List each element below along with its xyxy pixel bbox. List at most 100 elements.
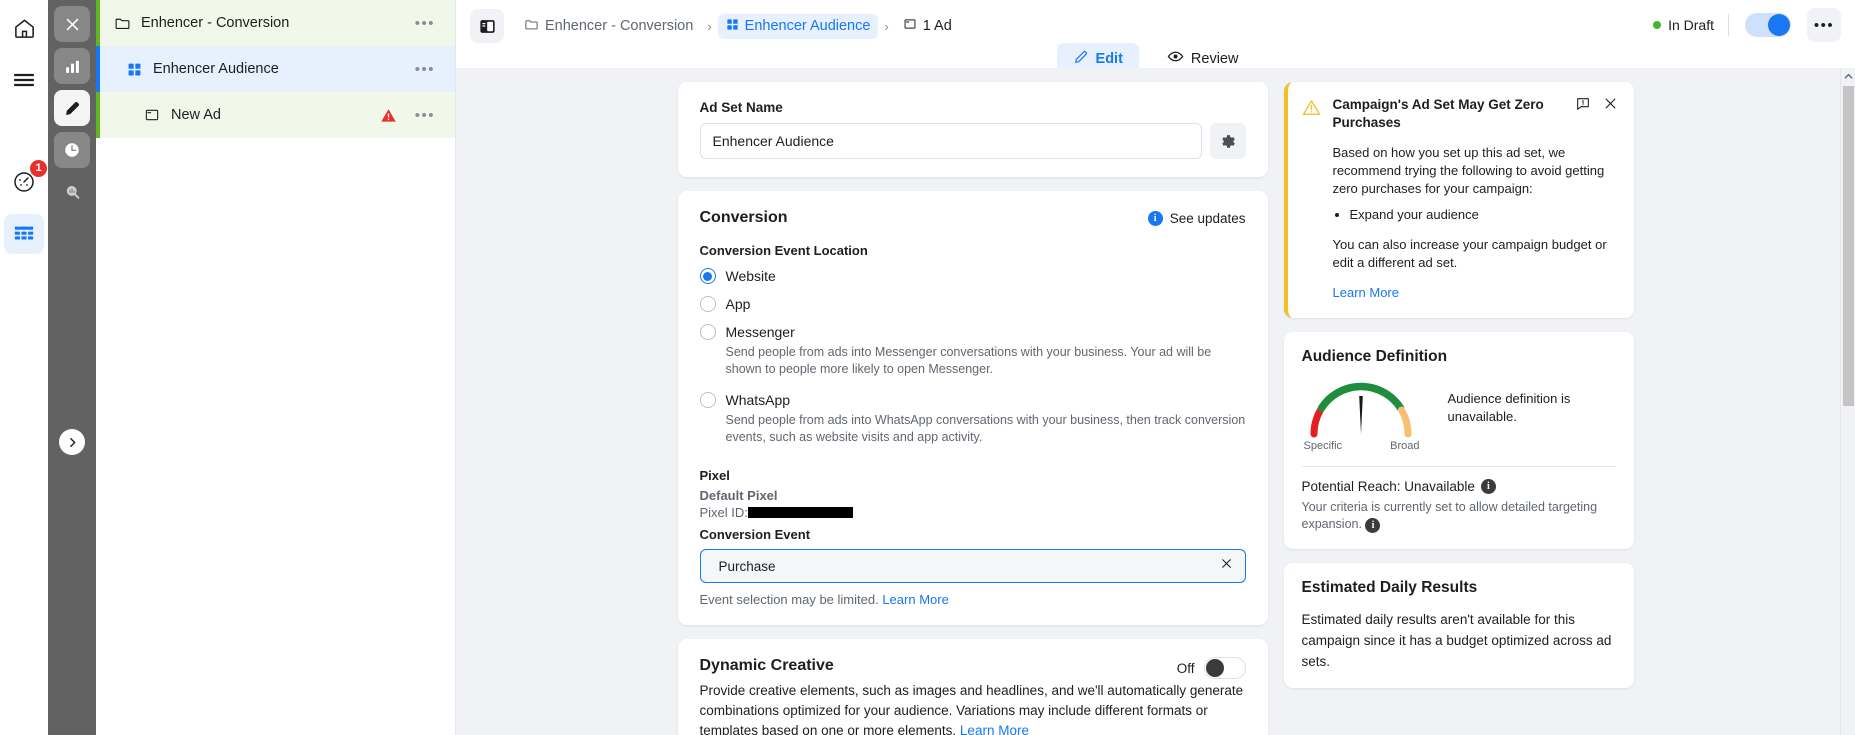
adset-name-row [699,123,1246,159]
breadcrumb-separator: › [884,18,889,34]
chart-search-icon[interactable] [54,174,90,210]
radio-body: App [726,292,1246,316]
radio-icon[interactable] [699,296,716,312]
panel-toggle-icon[interactable] [470,9,504,43]
radio-label: Website [725,268,776,284]
pixel-id-redacted [747,507,853,518]
radio-icon[interactable] [699,324,716,340]
activation-toggle[interactable] [1745,13,1791,37]
tree-row-menu[interactable]: ••• [409,12,441,35]
gear-icon[interactable] [1209,123,1246,159]
pixel-name: Default Pixel [699,488,778,503]
notice-title: Campaign's Ad Set May Get Zero Purchases [1332,97,1544,130]
radio-label: App [725,296,751,312]
vertical-scrollbar[interactable] [1840,68,1855,735]
toggle-knob [1205,659,1224,677]
conversion-event-select[interactable]: Purchase [699,549,1246,583]
radio-option-messenger[interactable]: Messenger Send people from ads into Mess… [699,320,1246,384]
conversion-event-label: Conversion Event [699,527,811,542]
tree-row-menu[interactable]: ••• [409,58,441,81]
tab-label: Review [1190,50,1239,67]
audience-gauge: Specific Broad [1302,376,1422,452]
status-dot-icon [1653,21,1662,29]
dynamic-creative-toggle-label: Off [1176,660,1195,676]
pixel-id-row: Pixel ID: [700,505,1246,520]
chevron-up-icon[interactable] [1841,68,1855,84]
notice-learn-more-link[interactable]: Learn More [1333,285,1399,300]
breadcrumb-separator: › [707,18,712,34]
tree-row-campaign[interactable]: Enhencer - Conversion ••• [96,0,455,46]
radio-description: Send people from ads into WhatsApp conve… [725,413,1246,444]
main-area: Enhencer - Conversion › Enhencer Audienc… [456,0,1855,735]
dynamic-creative-link[interactable]: Learn More [960,723,1029,735]
radio-description: Send people from ads into Messenger conv… [725,345,1212,376]
breadcrumb-item-campaign[interactable]: Enhencer - Conversion [516,13,701,40]
adset-name-card: Ad Set Name [677,82,1268,177]
breadcrumb: Enhencer - Conversion › Enhencer Audienc… [516,9,960,43]
audience-definition-title: Audience Definition [1301,348,1448,365]
info-icon: i [1147,210,1163,226]
gauge-badge-count: 1 [30,160,47,177]
pencil-icon[interactable] [54,90,90,126]
radio-option-website[interactable]: Website [699,264,1246,288]
status-bar [96,46,100,92]
radio-option-app[interactable]: App [699,292,1246,316]
chevron-right-icon[interactable] [59,429,85,455]
eye-icon [1167,48,1184,69]
tree-row-menu[interactable]: ••• [409,104,441,127]
warning-triangle-icon [380,107,397,124]
close-icon[interactable] [54,6,90,42]
close-icon[interactable] [1603,96,1618,116]
close-icon[interactable] [1220,557,1233,575]
notice-bullets: Expand your audience [1333,206,1618,224]
clock-icon[interactable] [54,132,90,168]
tree-row-adset[interactable]: Enhencer Audience ••• [96,46,455,92]
notice-paragraph-1: Based on how you set up this ad set, we … [1332,145,1605,196]
radio-icon[interactable] [699,392,716,408]
radio-icon[interactable] [699,268,716,284]
gauge-icon[interactable]: 1 [4,160,47,202]
folder-icon [112,15,132,32]
folder-icon [524,17,539,36]
bar-chart-icon[interactable] [54,48,90,84]
see-updates-button[interactable]: i See updates [1147,210,1246,226]
info-icon[interactable]: i [1365,518,1381,533]
status-bar [96,0,100,46]
breadcrumb-item-ad[interactable]: 1 Ad [895,13,960,39]
dynamic-creative-description: Provide creative elements, such as image… [700,681,1246,735]
tree-row-ad[interactable]: New Ad ••• [96,92,455,138]
home-icon[interactable] [4,8,44,48]
notice-body: Campaign's Ad Set May Get Zero Purchases [1333,96,1618,302]
conversion-event-location-label: Conversion Event Location [699,243,868,258]
gauge-labels: Specific Broad [1302,440,1422,452]
scrollbar-thumb[interactable] [1843,86,1854,406]
audience-definition-row: Specific Broad Audience definition is un… [1302,376,1616,452]
dynamic-creative-header: Dynamic Creative Off [700,657,1246,679]
see-updates-label: See updates [1169,210,1246,226]
breadcrumb-label: Enhencer - Conversion [545,18,694,34]
conversion-card: Conversion i See updates Conversion Even… [677,191,1268,625]
menu-icon[interactable] [4,60,44,100]
adset-name-input[interactable] [699,123,1202,159]
grid-icon [124,62,144,77]
info-icon[interactable]: i [1480,479,1496,494]
app-root: 1 Enhencer - Conversion ••• Enhencer Aud… [0,0,1855,735]
status-badge: In Draft [1668,17,1714,33]
breadcrumb-item-adset[interactable]: Enhencer Audience [717,13,879,39]
table-icon[interactable] [4,214,44,254]
dynamic-creative-toggle[interactable] [1203,657,1246,679]
divider [1728,14,1729,36]
warning-triangle-icon [1302,98,1321,302]
radio-option-whatsapp[interactable]: WhatsApp Send people from ads into Whats… [699,388,1246,452]
feedback-icon[interactable] [1575,96,1591,117]
pixel-id-label: Pixel ID: [699,505,748,520]
radio-body: Messenger Send people from ads into Mess… [726,320,1246,384]
gauge-right-label: Broad [1390,440,1420,452]
campaign-tree: Enhencer - Conversion ••• Enhencer Audie… [96,0,456,735]
divider [1301,466,1616,467]
more-options-button[interactable]: ••• [1807,8,1841,42]
pixel-label: Pixel [699,468,730,483]
event-hint-link[interactable]: Learn More [882,592,948,607]
conversion-card-header: Conversion i See updates [700,209,1246,227]
radio-body: Website [726,264,1246,288]
